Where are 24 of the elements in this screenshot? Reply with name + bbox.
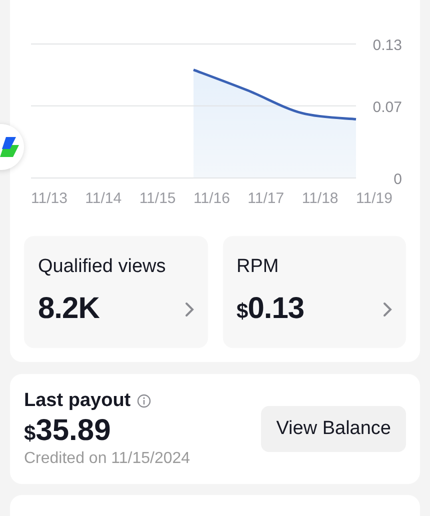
metric-tile[interactable]: Qualified views 8.2K: [24, 236, 208, 348]
view-balance-button[interactable]: View Balance: [261, 406, 406, 452]
metric-value: $0.13: [236, 292, 304, 326]
payout-amount: $35.89: [24, 414, 112, 448]
x-axis-label: 11/14: [85, 190, 122, 207]
metric-label: Qualified views: [38, 256, 167, 278]
x-axis-label: 11/17: [248, 190, 284, 207]
x-axis-label: 11/13: [31, 190, 68, 207]
x-axis-label: 11/15: [139, 190, 176, 207]
y-axis-label: 0.13: [372, 37, 402, 54]
chevron-right-icon: [383, 302, 392, 316]
y-axis-label: 0: [394, 171, 402, 188]
x-axis-label: 11/16: [194, 190, 230, 207]
metric-label: RPM: [236, 256, 280, 278]
credited-date: Credited on 11/15/2024: [24, 450, 190, 468]
payout-title: Last payout: [24, 390, 131, 412]
y-axis-label: 0.07: [372, 98, 402, 116]
app-logo-icon: [0, 135, 20, 159]
info-icon[interactable]: [136, 394, 151, 408]
metric-tile[interactable]: RPM $0.13: [222, 236, 406, 348]
x-axis-label: 11/18: [302, 190, 338, 207]
x-axis-label: 11/19: [356, 190, 392, 207]
chevron-right-icon: [184, 302, 194, 316]
metric-value: 8.2K: [38, 292, 100, 326]
